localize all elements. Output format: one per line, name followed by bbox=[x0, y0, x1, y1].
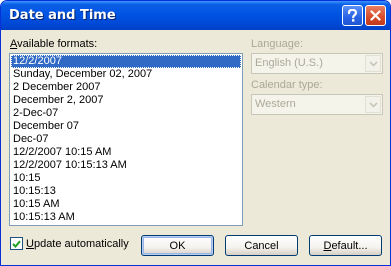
update-automatically-label[interactable]: Update automatically bbox=[26, 238, 129, 250]
question-mark-icon bbox=[347, 9, 358, 22]
available-formats-label: Available formats: bbox=[10, 38, 97, 50]
format-list-item[interactable]: 12/2/2007 10:15:13 AM bbox=[11, 159, 241, 172]
format-list-item[interactable]: 12/2/2007 10:15 AM bbox=[11, 146, 241, 159]
chevron-down-icon bbox=[368, 60, 378, 67]
chevron-down-icon bbox=[368, 101, 378, 108]
format-list-item[interactable]: 12/2/2007 bbox=[11, 55, 241, 68]
update-automatically-checkbox[interactable] bbox=[10, 237, 23, 250]
format-list-item[interactable]: December 2, 2007 bbox=[11, 94, 241, 107]
format-list-item[interactable]: 2-Dec-07 bbox=[11, 107, 241, 120]
dialog-title: Date and Time bbox=[9, 8, 116, 23]
title-bar[interactable]: Date and Time bbox=[1, 1, 390, 30]
format-list-item[interactable]: 10:15:13 bbox=[11, 185, 241, 198]
close-button[interactable] bbox=[365, 5, 386, 26]
format-list-item[interactable]: Dec-07 bbox=[11, 133, 241, 146]
format-list-item[interactable]: 10:15 bbox=[11, 172, 241, 185]
language-dropdown-button[interactable] bbox=[365, 55, 381, 72]
calendar-type-label: Calendar type: bbox=[251, 79, 323, 91]
label-accelerator: U bbox=[26, 238, 34, 250]
language-select[interactable]: English (U.S.) bbox=[251, 53, 383, 74]
calendar-dropdown-button[interactable] bbox=[365, 96, 381, 113]
formats-items: 12/2/2007 Sunday, December 02, 2007 2 Dece… bbox=[10, 54, 242, 224]
format-list-item[interactable]: December 07 bbox=[11, 120, 241, 133]
cancel-button[interactable]: Cancel bbox=[225, 235, 298, 256]
language-value: English (U.S.) bbox=[255, 57, 323, 69]
label-rest: vailable formats: bbox=[17, 38, 98, 50]
language-label: Language: bbox=[251, 38, 303, 50]
label-rest: efault... bbox=[331, 239, 368, 252]
format-list-item[interactable]: 2 December 2007 bbox=[11, 81, 241, 94]
format-list-item[interactable]: 10:15 AM bbox=[11, 198, 241, 211]
calendar-type-select[interactable]: Western bbox=[251, 94, 383, 115]
label-rest: pdate automatically bbox=[33, 238, 129, 250]
format-list-item[interactable]: Sunday, December 02, 2007 bbox=[11, 68, 241, 81]
label-accelerator: D bbox=[323, 239, 332, 252]
calendar-type-value: Western bbox=[255, 98, 296, 110]
checkmark-icon bbox=[12, 240, 21, 248]
ok-button[interactable]: OK bbox=[141, 235, 214, 256]
format-list-item[interactable]: 10:15:13 AM bbox=[11, 211, 241, 224]
help-button[interactable] bbox=[342, 5, 363, 26]
close-icon bbox=[370, 10, 381, 21]
available-formats-list[interactable]: 12/2/2007 Sunday, December 02, 2007 2 Dece… bbox=[9, 53, 243, 226]
date-time-dialog: Date and Time Available formats: 12/2/20… bbox=[0, 0, 391, 266]
default-button[interactable]: Default... bbox=[309, 235, 382, 256]
